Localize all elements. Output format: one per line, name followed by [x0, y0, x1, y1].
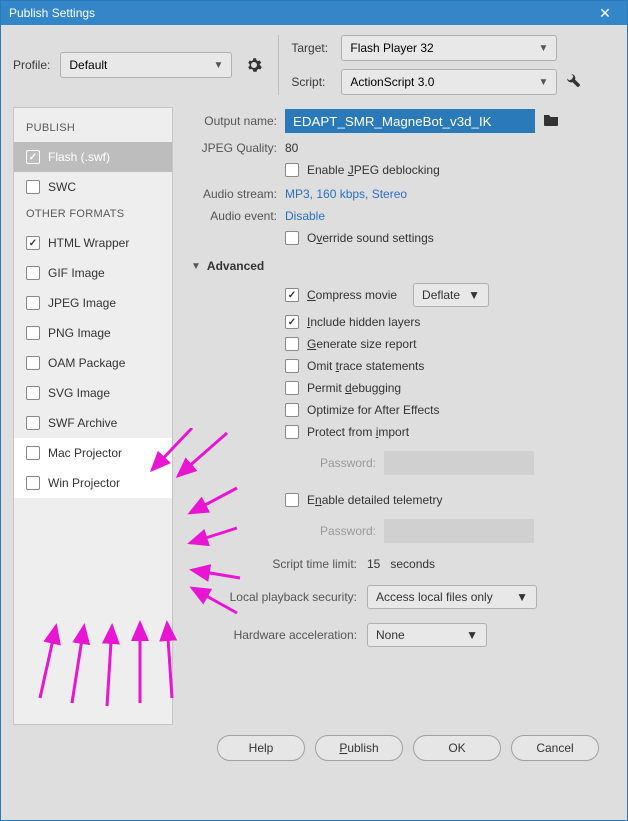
permit-debugging-checkbox[interactable]: Permit debugging [285, 381, 611, 395]
checkbox-icon[interactable] [285, 403, 299, 417]
checkbox-icon[interactable] [26, 296, 40, 310]
script-label: Script: [291, 75, 333, 89]
sidebar-item-win-projector[interactable]: Win Projector [14, 468, 172, 498]
checkbox-icon[interactable] [26, 476, 40, 490]
settings-panel: Output name: JPEG Quality: 80 Enable JPE… [183, 107, 615, 725]
sidebar-item-mac-projector[interactable]: Mac Projector [14, 438, 172, 468]
audio-stream-link[interactable]: MP3, 160 kbps, Stereo [285, 187, 407, 201]
target-label: Target: [291, 41, 333, 55]
checkbox-icon[interactable] [285, 359, 299, 373]
password-input [384, 451, 534, 475]
publish-button[interactable]: Publish [315, 735, 403, 761]
checkbox-icon[interactable] [285, 337, 299, 351]
jpeg-quality-value[interactable]: 80 [285, 141, 298, 155]
local-playback-dropdown[interactable]: Access local files only ▼ [367, 585, 537, 609]
folder-icon[interactable] [543, 113, 559, 130]
script-dropdown[interactable]: ActionScript 3.0 ▼ [341, 69, 557, 95]
wrench-icon[interactable] [565, 72, 581, 92]
other-formats-header: OTHER FORMATS [14, 202, 172, 228]
chevron-down-icon: ▼ [538, 43, 548, 54]
sidebar-item-png[interactable]: PNG Image [14, 318, 172, 348]
button-bar: Help Publish OK Cancel [13, 725, 615, 773]
dialog-content: Profile: Default ▼ Target: Flash Player … [1, 25, 627, 820]
local-playback-label: Local playback security: [187, 590, 357, 604]
chevron-down-icon: ▼ [468, 288, 480, 302]
profile-group: Profile: Default ▼ [13, 35, 266, 95]
checkbox-icon[interactable] [26, 446, 40, 460]
script-time-value[interactable]: 15 [367, 557, 380, 571]
telemetry-password-label: Password: [313, 524, 376, 538]
sidebar-item-svg[interactable]: SVG Image [14, 378, 172, 408]
audio-event-label: Audio event: [187, 209, 277, 223]
chevron-down-icon: ▼ [538, 77, 548, 88]
sidebar-item-html-wrapper[interactable]: HTML Wrapper [14, 228, 172, 258]
format-list: PUBLISH Flash (.swf) SWC OTHER FORMATS H… [13, 107, 173, 725]
sidebar-item-gif[interactable]: GIF Image [14, 258, 172, 288]
checkbox-icon[interactable] [26, 266, 40, 280]
target-column: Target: Flash Player 32 ▼ Script: Action… [291, 35, 581, 95]
audio-event-link[interactable]: Disable [285, 209, 325, 223]
script-time-unit: seconds [390, 557, 435, 571]
sidebar-item-swf-archive[interactable]: SWF Archive [14, 408, 172, 438]
jpeg-quality-label: JPEG Quality: [187, 141, 277, 155]
main-area: PUBLISH Flash (.swf) SWC OTHER FORMATS H… [13, 107, 615, 725]
omit-trace-checkbox[interactable]: Omit trace statements [285, 359, 611, 373]
sidebar-item-swc[interactable]: SWC [14, 172, 172, 202]
help-button[interactable]: Help [217, 735, 305, 761]
checkbox-icon[interactable] [26, 416, 40, 430]
sidebar-item-flash-swf[interactable]: Flash (.swf) [14, 142, 172, 172]
chevron-down-icon: ▼ [516, 590, 528, 604]
generate-size-report-checkbox[interactable]: Generate size report [285, 337, 611, 351]
compress-movie-checkbox[interactable]: Compress movie Deflate ▼ [285, 283, 611, 307]
advanced-section-toggle[interactable]: ▼ Advanced [191, 259, 611, 273]
checkbox-icon[interactable] [285, 493, 299, 507]
checkbox-icon[interactable] [26, 356, 40, 370]
checkbox-icon[interactable] [285, 381, 299, 395]
checkbox-icon[interactable] [26, 386, 40, 400]
password-label: Password: [313, 456, 376, 470]
detailed-telemetry-checkbox[interactable]: Enable detailed telemetry [285, 493, 611, 507]
publish-settings-window: Publish Settings ✕ Profile: Default ▼ Ta… [0, 0, 628, 821]
output-name-label: Output name: [187, 114, 277, 128]
include-hidden-layers-checkbox[interactable]: Include hidden layers [285, 315, 611, 329]
hw-accel-label: Hardware acceleration: [187, 628, 357, 642]
hw-accel-dropdown[interactable]: None ▼ [367, 623, 487, 647]
chevron-down-icon: ▼ [191, 261, 201, 272]
checkbox-icon[interactable] [26, 150, 40, 164]
profile-dropdown[interactable]: Default ▼ [60, 52, 232, 78]
telemetry-password-input [384, 519, 534, 543]
protect-from-import-checkbox[interactable]: Protect from import [285, 425, 611, 439]
chevron-down-icon: ▼ [213, 60, 223, 71]
ok-button[interactable]: OK [413, 735, 501, 761]
checkbox-icon[interactable] [26, 236, 40, 250]
divider [278, 35, 279, 95]
publish-header: PUBLISH [14, 116, 172, 142]
checkbox-icon[interactable] [285, 163, 299, 177]
profile-label: Profile: [13, 58, 50, 72]
audio-stream-label: Audio stream: [187, 187, 277, 201]
top-controls: Profile: Default ▼ Target: Flash Player … [13, 35, 615, 95]
sidebar-item-jpeg[interactable]: JPEG Image [14, 288, 172, 318]
close-icon[interactable]: ✕ [591, 5, 619, 22]
optimize-after-effects-checkbox[interactable]: Optimize for After Effects [285, 403, 611, 417]
output-name-input[interactable] [285, 109, 535, 133]
enable-jpeg-deblocking-checkbox[interactable]: Enable JPEG deblocking [285, 163, 611, 177]
script-time-label: Script time limit: [187, 557, 357, 571]
checkbox-icon[interactable] [26, 180, 40, 194]
sidebar-item-oam[interactable]: OAM Package [14, 348, 172, 378]
titlebar[interactable]: Publish Settings ✕ [1, 1, 627, 25]
gear-icon[interactable] [242, 53, 266, 77]
window-title: Publish Settings [9, 6, 591, 20]
checkbox-icon[interactable] [26, 326, 40, 340]
checkbox-icon[interactable] [285, 231, 299, 245]
checkbox-icon[interactable] [285, 315, 299, 329]
checkbox-icon[interactable] [285, 288, 299, 302]
target-dropdown[interactable]: Flash Player 32 ▼ [341, 35, 557, 61]
override-sound-checkbox[interactable]: Override sound settings [285, 231, 611, 245]
chevron-down-icon: ▼ [466, 628, 478, 642]
compress-method-dropdown[interactable]: Deflate ▼ [413, 283, 489, 307]
cancel-button[interactable]: Cancel [511, 735, 599, 761]
checkbox-icon[interactable] [285, 425, 299, 439]
